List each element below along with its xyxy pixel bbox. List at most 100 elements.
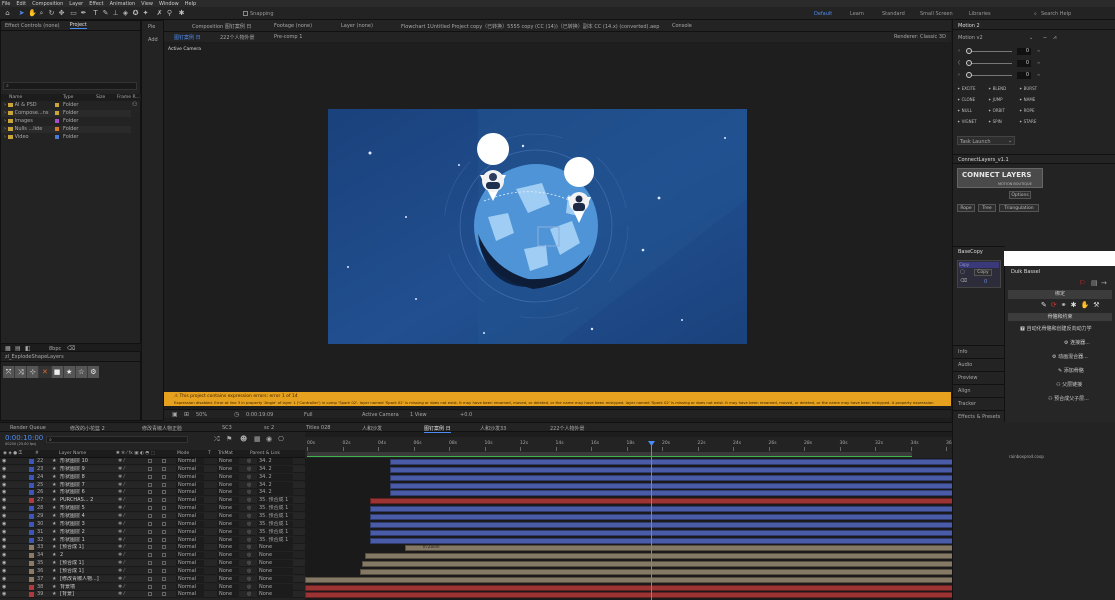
layer-duration-bar[interactable]	[405, 545, 1035, 552]
panel-stack-item[interactable]: Tracker	[953, 397, 1005, 409]
layer-duration-bar[interactable]	[305, 584, 1002, 591]
trkmat-select[interactable]: None	[217, 528, 239, 536]
label-color[interactable]	[29, 466, 34, 472]
pickwhip-icon[interactable]: ◎	[247, 497, 251, 504]
eye-icon[interactable]: ◉	[2, 537, 6, 544]
switch-icons[interactable]: ✱ ⁄	[118, 489, 125, 496]
timeline-layer-row[interactable]: ◉ 30 ★ 形状图层 3 ✱ ⁄ Normal None ◎ 35. 预合成 1	[0, 520, 305, 528]
layer-duration-bar[interactable]	[390, 459, 1002, 465]
star-tool-icon[interactable]: ⚲	[166, 9, 173, 17]
eye-icon[interactable]: ◉	[2, 552, 6, 559]
layer-name[interactable]: [预合成 1]	[60, 544, 114, 551]
layer-duration-bar[interactable]	[365, 553, 982, 560]
col-type[interactable]: Type	[63, 94, 73, 101]
switch-box[interactable]	[162, 466, 166, 471]
parent-select[interactable]: None	[257, 544, 293, 552]
switch-icons[interactable]: ✱ ⁄	[118, 552, 125, 559]
subtab-precomp[interactable]: Pre-comp 1	[274, 34, 302, 40]
ik-icon[interactable]: ⟳	[1051, 301, 1057, 311]
curve-preset-icon[interactable]: ⌢	[1037, 60, 1040, 66]
layer-track-area[interactable]: In ZoomOut Zoom	[305, 458, 1035, 600]
trkmat-select[interactable]: None	[217, 497, 239, 505]
layer-name[interactable]: 形状图层 2	[60, 529, 114, 536]
mode-select[interactable]: Normal	[176, 552, 204, 560]
label-color[interactable]	[29, 537, 34, 543]
slider-handle[interactable]	[966, 48, 972, 54]
mode-select[interactable]: Normal	[176, 536, 204, 544]
pickwhip-icon[interactable]: ◎	[247, 505, 251, 512]
zoom-tool-icon[interactable]: ⌕	[38, 9, 45, 17]
label-color[interactable]	[29, 513, 34, 519]
switch-box[interactable]	[162, 513, 166, 518]
flowchart-icon[interactable]: ⚇	[132, 101, 137, 108]
text-tool-icon[interactable]: T	[92, 9, 99, 17]
parent-select[interactable]: None	[257, 591, 293, 599]
switch-box[interactable]	[162, 592, 166, 597]
menu-layer[interactable]: Layer	[69, 1, 83, 7]
switch-box[interactable]	[162, 506, 166, 511]
trkmat-select[interactable]: None	[217, 575, 239, 583]
label-swatch[interactable]	[55, 103, 59, 107]
eye-icon[interactable]: ◉	[2, 482, 6, 489]
switch-box[interactable]	[162, 474, 166, 479]
eye-icon[interactable]: ◉	[2, 560, 6, 567]
trkmat-select[interactable]: None	[217, 552, 239, 560]
timeline-layer-row[interactable]: ◉ 35 ★ [预合成 1] ✱ ⁄ Normal None ◎ None	[0, 560, 305, 568]
subtab-222[interactable]: 222个人物外景	[220, 34, 255, 41]
menu-file[interactable]: File	[2, 1, 10, 7]
timeline-tab[interactable]: Titles 028	[306, 425, 330, 431]
parent-select[interactable]: 35. 预合成 1	[257, 528, 293, 536]
motion-button[interactable]: ✦ CLONE	[957, 97, 975, 102]
layer-name[interactable]: [预合成 1]	[60, 568, 114, 575]
mode-select[interactable]: Normal	[176, 544, 204, 552]
timeline-layer-row[interactable]: ◉ 33 ★ [预合成 1] ✱ ⁄ Normal None ◎ None	[0, 544, 305, 552]
slider-value[interactable]: 0	[1017, 60, 1031, 67]
layer-duration-bar[interactable]	[370, 506, 982, 513]
task-launch-select[interactable]: Task Launch ⌄	[957, 136, 1015, 145]
search-help-input[interactable]: Search Help	[1041, 11, 1071, 17]
mode-select[interactable]: Normal	[176, 465, 204, 473]
pickwhip-icon[interactable]: ◎	[247, 458, 251, 465]
motion-button[interactable]: ✦ SPIN	[988, 119, 1002, 124]
eye-icon[interactable]: ◉	[2, 544, 6, 551]
motion-button[interactable]: ✦ ORBIT	[988, 108, 1005, 113]
menu-animation[interactable]: Animation	[110, 1, 136, 7]
label-color[interactable]	[29, 521, 34, 527]
duik-item-mixer[interactable]: ⚙ 动画混合器...	[1006, 352, 1115, 362]
layer-name[interactable]: 形状图层 7	[60, 482, 114, 489]
timeline-layer-row[interactable]: ◉ 27 ★ PURCHAS... 2 ✱ ⁄ Normal None ◎ 35. 预合成 1	[0, 497, 305, 505]
timeline-layer-row[interactable]: ◉ 32 ★ 形状图层 1 ✱ ⁄ Normal None ◎ 35. 预合成 1	[0, 536, 305, 544]
eye-icon[interactable]: ◉	[2, 458, 6, 465]
tab-basecopy[interactable]: BaseCopy	[958, 249, 983, 255]
menu-edit[interactable]: Edit	[16, 1, 26, 7]
switch-box[interactable]	[162, 545, 166, 550]
trash-icon[interactable]: ⌫	[960, 278, 967, 284]
layer-name[interactable]: 形状图层 10	[60, 458, 114, 465]
label-color[interactable]	[29, 506, 34, 512]
layer-name[interactable]: 形状图层 1	[60, 537, 114, 544]
roto-tool-icon[interactable]: ✪	[132, 9, 139, 17]
switch-box[interactable]	[148, 553, 152, 558]
eye-icon[interactable]: ◉	[2, 474, 6, 481]
eye-icon[interactable]: ◉	[2, 513, 6, 520]
layer-name[interactable]: 形状图层 8	[60, 474, 114, 481]
pickwhip-icon[interactable]: ◎	[247, 591, 251, 598]
timeline-tab[interactable]: 修改青椒人物正脸	[142, 425, 182, 432]
parent-select[interactable]: 35. 预合成 1	[257, 536, 293, 544]
timeline-tab[interactable]: 人和沙发	[362, 425, 382, 432]
trkmat-select[interactable]: None	[217, 520, 239, 528]
tab-flowchart[interactable]: Flowchart 1Untitled Project copy（已转换）555…	[401, 23, 671, 30]
switch-icons[interactable]: ✱ ⁄	[118, 513, 125, 520]
panel-stack-item[interactable]: Audio	[953, 358, 1005, 370]
eye-icon[interactable]: ◉	[2, 568, 6, 575]
trkmat-select[interactable]: None	[217, 512, 239, 520]
timeline-tab-active[interactable]: 图钉案例 日	[424, 425, 451, 433]
timeline-layer-row[interactable]: ◉ 39 ★ [背景] ✱ ⁄ Normal None ◎ None	[0, 591, 305, 599]
duik-item-parent[interactable]: ⚇ 父层链接	[1006, 380, 1115, 390]
eye-icon[interactable]: ◉	[2, 521, 6, 528]
workspace-learn[interactable]: Learn	[850, 11, 864, 17]
switch-icons[interactable]: ✱ ⁄	[118, 505, 125, 512]
tab-pie[interactable]: Pie	[148, 24, 155, 30]
curve-preset-icon[interactable]: ⌢	[1037, 72, 1040, 78]
timeline-layer-row[interactable]: ◉ 24 ★ 形状图层 8 ✱ ⁄ Normal None ◎ 34. 2	[0, 473, 305, 481]
